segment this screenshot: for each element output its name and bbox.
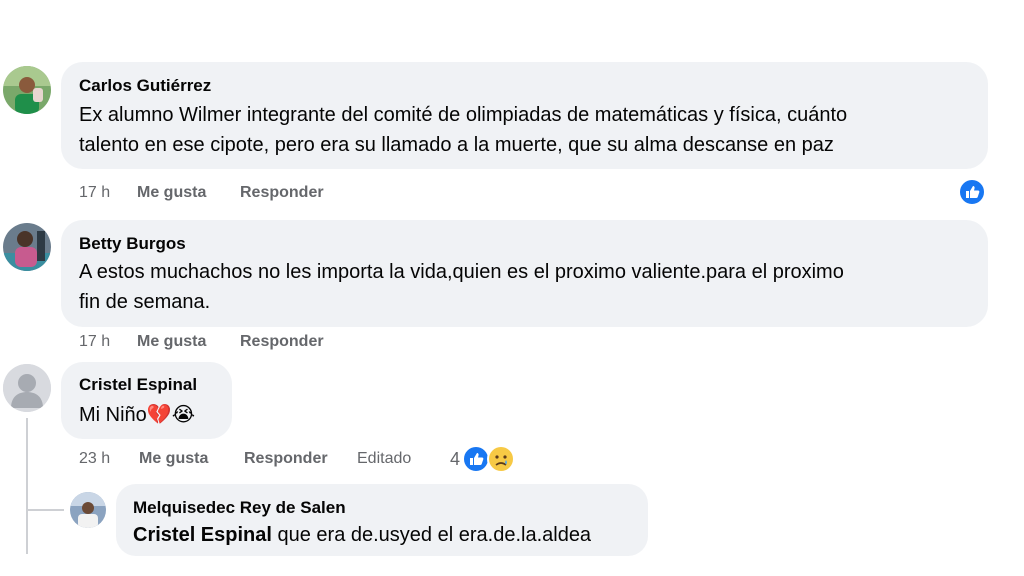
mention-link[interactable]: Cristel Espinal xyxy=(133,524,272,546)
edited-label: Editado xyxy=(357,450,412,467)
sad-icon[interactable] xyxy=(487,445,515,473)
sad-face-icon xyxy=(487,445,515,473)
timestamp[interactable]: 17 h xyxy=(79,183,110,203)
timestamp[interactable]: 17 h xyxy=(79,332,110,352)
comment-actions: 17 h Me gusta Responder xyxy=(79,332,379,352)
comment-text-content: Mi Niño xyxy=(79,404,147,426)
like-button[interactable]: Me gusta xyxy=(137,332,206,352)
profile-photo xyxy=(70,492,106,528)
comment-author[interactable]: Cristel Espinal xyxy=(79,374,197,396)
reply-connector xyxy=(28,509,64,511)
thumbs-up-icon xyxy=(966,186,980,198)
avatar[interactable] xyxy=(3,66,51,114)
comment-text-line: fin de semana. xyxy=(79,291,211,313)
comment-author[interactable]: Carlos Gutiérrez xyxy=(79,75,211,97)
thread-line xyxy=(26,418,28,554)
reply-text-line: Cristel Espinal que era de.usyed el era.… xyxy=(133,520,591,550)
comment-text: Ex alumno Wilmer integrante del comité d… xyxy=(79,100,847,160)
like-icon[interactable] xyxy=(462,445,490,473)
comments-section: Carlos Gutiérrez Ex alumno Wilmer integr… xyxy=(0,0,1024,576)
reply-button[interactable]: Responder xyxy=(240,183,324,203)
comment-text-line: A estos muchachos no les importa la vida… xyxy=(79,261,844,283)
like-button[interactable]: Me gusta xyxy=(137,183,206,203)
avatar[interactable] xyxy=(70,492,106,528)
reply-button[interactable]: Responder xyxy=(244,449,328,469)
like-icon[interactable] xyxy=(958,178,986,206)
comment-text: Mi Niño💔😭 xyxy=(79,399,195,430)
like-button[interactable]: Me gusta xyxy=(139,449,208,469)
profile-photo xyxy=(3,66,51,114)
comment-text-line: Ex alumno Wilmer integrante del comité d… xyxy=(79,104,848,126)
comment-text-line: Mi Niño💔😭 xyxy=(79,399,195,430)
profile-photo xyxy=(3,223,51,271)
comment-actions: 17 h Me gusta Responder xyxy=(79,183,379,203)
reply-text-content: que era de.usyed el era.de.la.aldea xyxy=(271,524,592,546)
default-avatar-icon xyxy=(3,364,51,412)
crying-face-emoji: 😭 xyxy=(171,402,196,426)
reply-text: Cristel Espinal que era de.usyed el era.… xyxy=(133,520,591,550)
avatar[interactable] xyxy=(3,223,51,271)
comment-text: A estos muchachos no les importa la vida… xyxy=(79,257,844,317)
reaction-count[interactable]: 4 xyxy=(450,449,460,469)
reply-author[interactable]: Melquisedec Rey de Salen xyxy=(133,497,346,519)
reply-button[interactable]: Responder xyxy=(240,332,324,352)
comment-text-line: talento en ese cipote, pero era su llama… xyxy=(79,134,834,156)
broken-heart-emoji: 💔 xyxy=(146,402,172,426)
timestamp[interactable]: 23 h xyxy=(79,449,110,469)
comment-author[interactable]: Betty Burgos xyxy=(79,233,186,255)
thumbs-up-icon xyxy=(470,453,484,465)
avatar[interactable] xyxy=(3,364,51,412)
